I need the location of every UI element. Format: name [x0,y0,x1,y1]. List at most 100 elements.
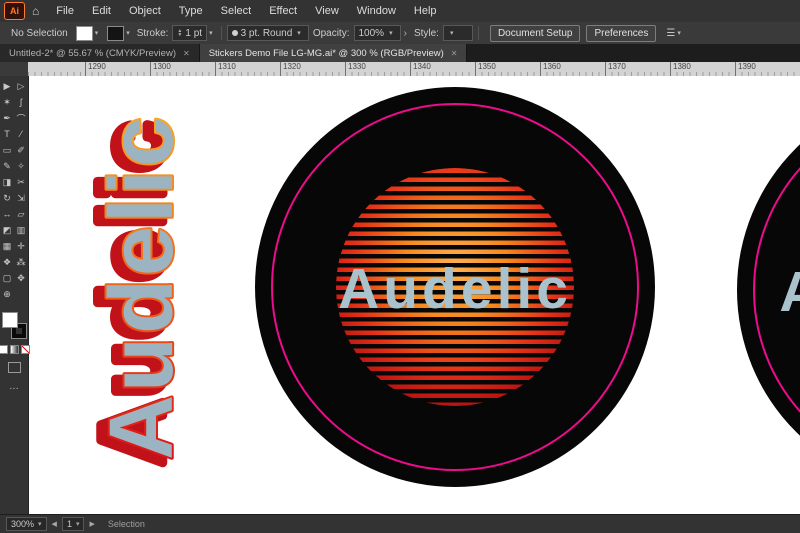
sticker-main[interactable]: Audelic [255,87,655,487]
sun-stripe-gap [334,335,576,340]
preferences-button[interactable]: Preferences [586,25,656,42]
style-dropdown[interactable]: ▾ [443,25,473,41]
prev-artboard-icon[interactable]: ◀ [52,520,57,528]
stroke-weight-field[interactable]: ▲▼ 1 pt [172,25,207,41]
tool-direct-selection-icon[interactable]: ▷ [14,78,28,94]
menubar: Ai ⌂ File Edit Object Type Select Effect… [0,0,800,23]
tool-shape-builder-icon[interactable]: ◩ [0,222,14,238]
tool-line-segment-icon[interactable]: ⁄ [14,126,28,142]
menu-select[interactable]: Select [212,0,261,22]
next-artboard-icon[interactable]: ▶ [89,520,94,528]
tab-untitled-2[interactable]: Untitled-2* @ 55.67 % (CMYK/Preview) ✕ [0,44,200,62]
tool-eyedropper-icon[interactable]: ✛ [14,238,28,254]
menu-view[interactable]: View [306,0,348,22]
tab-close-icon[interactable]: ✕ [183,49,190,58]
gradient-mode-button[interactable] [10,345,19,354]
fill-swatch[interactable] [2,312,18,328]
tool-eraser-icon[interactable]: ◨ [0,174,14,190]
tool-rectangle-icon[interactable]: ▭ [0,142,14,158]
ruler-major-tick [605,62,606,76]
tool-curvature-icon[interactable]: ⌒ [14,110,28,126]
ruler-label: 1390 [738,62,756,71]
tool-pencil-icon[interactable]: ✎ [0,158,14,174]
stroke-color-swatch[interactable] [107,26,124,41]
ruler-label: 1290 [88,62,106,71]
illustrator-app-icon[interactable]: Ai [4,2,25,20]
fill-color-swatch[interactable] [76,26,93,41]
ruler-label: 1380 [673,62,691,71]
canvas-artboard[interactable]: Audelic Audelic Audelic A [28,76,800,515]
ruler-corner [0,62,29,77]
opacity-dropdown[interactable]: 100% ▾ [354,25,401,41]
sticker-main-text: Audelic [338,257,572,321]
tool-magic-wand-icon[interactable]: ✶ [0,94,14,110]
ruler-label: 1350 [478,62,496,71]
menu-file[interactable]: File [47,0,83,22]
tool-scissors-icon[interactable]: ✂ [14,174,28,190]
tool-lasso-icon[interactable]: ʃ [14,94,28,110]
tab-label: Untitled-2* @ 55.67 % (CMYK/Preview) [9,48,176,59]
tool-symbol-sprayer-icon[interactable]: ⁂ [14,254,28,270]
tool-free-transform-icon[interactable]: ▱ [14,206,28,222]
ruler-label: 1340 [413,62,431,71]
opacity-panel-chevron-icon[interactable]: › [404,28,407,39]
sun-stripe-gap [334,236,576,241]
tool-type-icon[interactable]: T [0,126,14,142]
menu-edit[interactable]: Edit [83,0,120,22]
home-icon[interactable]: ⌂ [32,4,39,18]
ruler-label: 1360 [543,62,561,71]
stroke-weight-value: 1 pt [185,28,202,39]
tab-close-icon[interactable]: ✕ [451,49,458,58]
ruler-major-tick [85,62,86,76]
stroke-caret-icon[interactable]: ▾ [126,29,130,37]
document-setup-button[interactable]: Document Setup [490,25,581,42]
menu-window[interactable]: Window [348,0,405,22]
menu-effect[interactable]: Effect [260,0,306,22]
tool-hand-icon[interactable]: ✥ [14,270,28,286]
edit-toolbar-ellipsis-icon[interactable]: … [9,381,19,392]
tool-rotate-icon[interactable]: ↻ [0,190,14,206]
tool-zoom-icon[interactable]: ⊕ [0,286,14,302]
align-options-icon[interactable]: ☰ [666,28,675,39]
stroke-weight-caret-icon[interactable]: ▾ [209,29,213,37]
ruler-major-tick [410,62,411,76]
tool-paintbrush-icon[interactable]: ✐ [14,142,28,158]
zoom-caret-icon: ▾ [38,520,42,528]
tool-selection-icon[interactable]: ▶ [0,78,14,94]
fill-stroke-indicator[interactable] [2,312,26,338]
style-label: Style: [414,28,439,39]
tool-width-icon[interactable]: ↔ [0,206,14,222]
brush-definition-dropdown[interactable]: 3 pt. Round ▾ [227,25,309,41]
artboard-dropdown[interactable]: 1 ▾ [62,517,85,531]
sun-stripe-gap [334,353,576,358]
tool-shaper-icon[interactable]: ✧ [14,158,28,174]
sticker-partial-right[interactable]: A [737,90,800,490]
menu-help[interactable]: Help [405,0,446,22]
fill-caret-icon[interactable]: ▾ [95,29,99,37]
tool-blend-icon[interactable]: ❖ [0,254,14,270]
tool-artboard-icon[interactable]: ▢ [0,270,14,286]
vertical-logo-text[interactable]: Audelic [92,114,192,460]
stroke-stepper-icon[interactable]: ▲▼ [177,29,182,37]
align-caret-icon[interactable]: ▾ [677,29,681,37]
artboard-caret-icon: ▾ [76,520,80,528]
menu-object[interactable]: Object [120,0,170,22]
color-mode-button[interactable] [0,345,8,354]
ruler-label: 1310 [218,62,236,71]
ruler-label: 1370 [608,62,626,71]
tool-mesh-icon[interactable]: ▦ [0,238,14,254]
sun-stripe-gap [334,209,576,214]
opacity-caret-icon: ▾ [389,29,393,37]
menu-type[interactable]: Type [170,0,212,22]
tool-gradient-icon[interactable]: ▥ [14,222,28,238]
sticker-partial-text: A [779,260,800,324]
divider [478,26,479,40]
tool-scale-icon[interactable]: ⇲ [14,190,28,206]
draw-mode-button[interactable] [8,362,21,373]
none-mode-button[interactable] [21,345,30,354]
ruler-label: 1320 [283,62,301,71]
zoom-dropdown[interactable]: 300% ▾ [6,517,47,531]
status-tool-hint: Selection [108,519,145,529]
tab-stickers-demo-file[interactable]: Stickers Demo File LG-MG.ai* @ 300 % (RG… [200,44,468,62]
tool-pen-icon[interactable]: ✒ [0,110,14,126]
